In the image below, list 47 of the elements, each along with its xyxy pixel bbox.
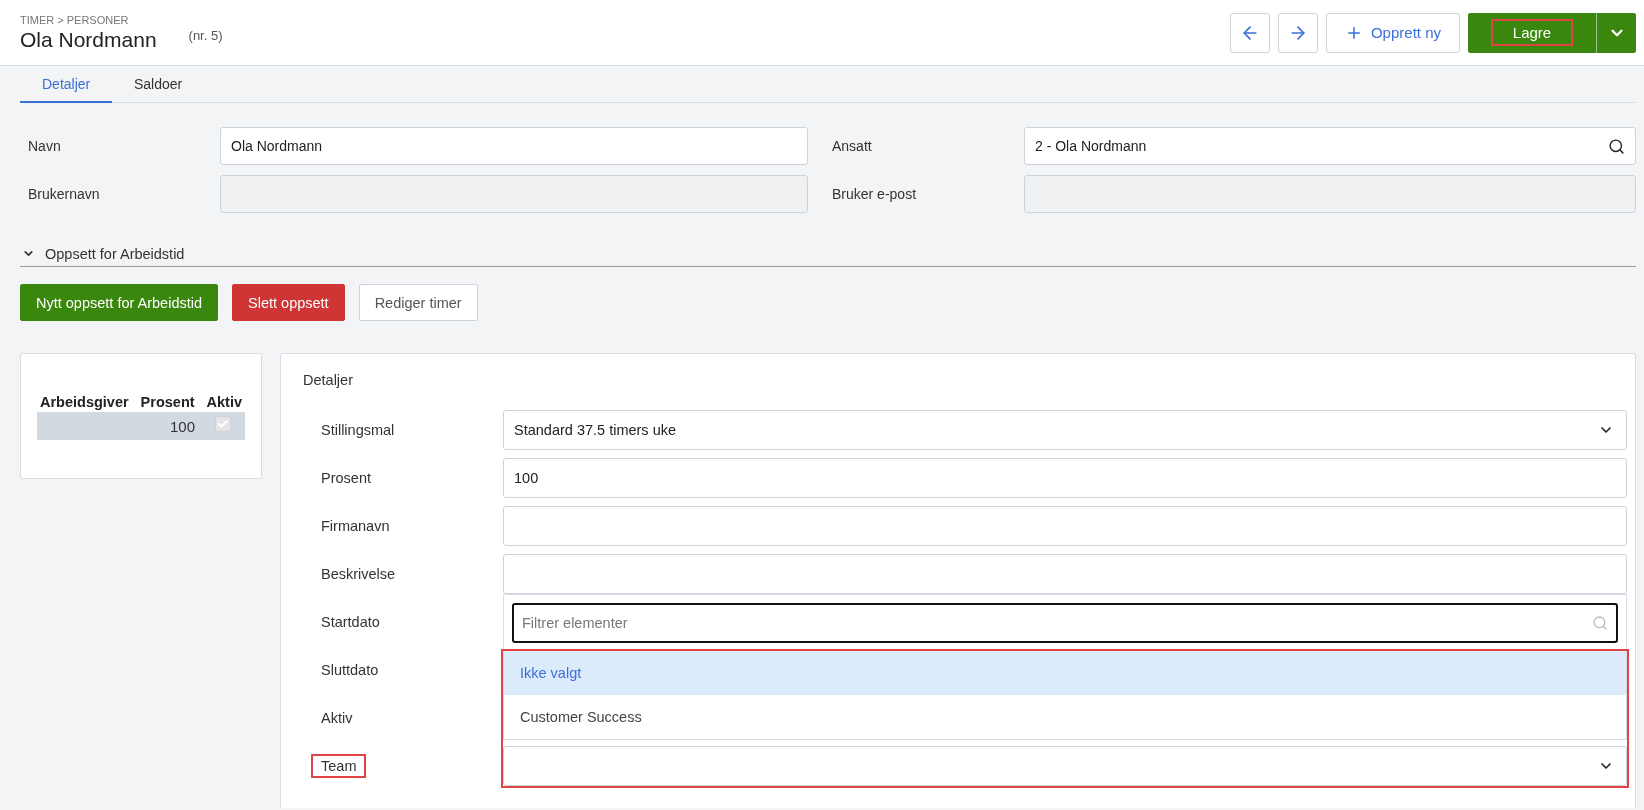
page-title: Ola Nordmann xyxy=(20,27,157,52)
breadcrumb: TIMER > PERSONER xyxy=(20,13,130,26)
table-cell-text: 100 xyxy=(168,417,196,435)
field-label: Startdato xyxy=(320,613,381,632)
forward-button[interactable] xyxy=(1277,12,1318,53)
search-icon xyxy=(1592,615,1608,631)
field-label: Prosent xyxy=(320,469,372,488)
input-field[interactable] xyxy=(1024,175,1636,213)
record-number: (nr. 5) xyxy=(188,27,223,43)
highlight-frame: Lagre xyxy=(1492,21,1572,44)
field-label: Bruker e-post xyxy=(831,186,918,202)
input-field[interactable] xyxy=(503,506,1627,546)
filter-field[interactable]: Filtrer elementer xyxy=(512,603,1618,643)
section-title: Oppsett for Arbeidstid xyxy=(45,245,185,262)
dropdown-option[interactable]: Ikke valgt xyxy=(504,651,1626,695)
input-field[interactable] xyxy=(220,175,808,213)
edit-button[interactable]: Rediger timer xyxy=(358,284,478,321)
new-button[interactable]: Nytt oppsett for Arbeidstid xyxy=(20,284,219,321)
save-options-button[interactable] xyxy=(1596,12,1636,53)
create-button[interactable]: Opprett ny xyxy=(1325,12,1460,53)
search-icon[interactable] xyxy=(1608,137,1625,155)
checkbox[interactable] xyxy=(215,416,231,432)
field-label: Team xyxy=(313,756,365,776)
select-field[interactable] xyxy=(503,746,1627,786)
field-label: Firmanavn xyxy=(320,517,391,536)
column-header: Aktiv xyxy=(205,393,243,412)
input-field[interactable] xyxy=(503,554,1627,594)
column-header: Prosent xyxy=(139,393,196,412)
table-row[interactable]: 100 xyxy=(37,412,245,440)
field-label: Brukernavn xyxy=(27,186,101,202)
tab[interactable]: Saldoer xyxy=(112,66,205,103)
field-label: Stillingsmal xyxy=(320,421,396,440)
search-field[interactable]: 2 - Ola Nordmann xyxy=(1024,127,1636,165)
field-label: Aktiv xyxy=(320,709,354,728)
field-label: Navn xyxy=(27,138,62,154)
column-header: Arbeidsgiver xyxy=(39,393,130,412)
field-label: Sluttdato xyxy=(320,661,380,680)
select-field[interactable]: Standard 37.5 timers uke xyxy=(503,410,1627,450)
delete-button[interactable]: Slett oppsett xyxy=(232,284,345,321)
input-field[interactable]: Ola Nordmann xyxy=(220,127,808,165)
check-icon xyxy=(217,418,229,430)
card-title: Detaljer xyxy=(303,372,354,388)
tab[interactable]: Detaljer xyxy=(20,66,112,103)
back-button[interactable] xyxy=(1229,12,1270,53)
field-label: Ansatt xyxy=(831,138,873,154)
field-label: Beskrivelse xyxy=(320,565,397,584)
input-field[interactable]: 100 xyxy=(503,458,1627,498)
